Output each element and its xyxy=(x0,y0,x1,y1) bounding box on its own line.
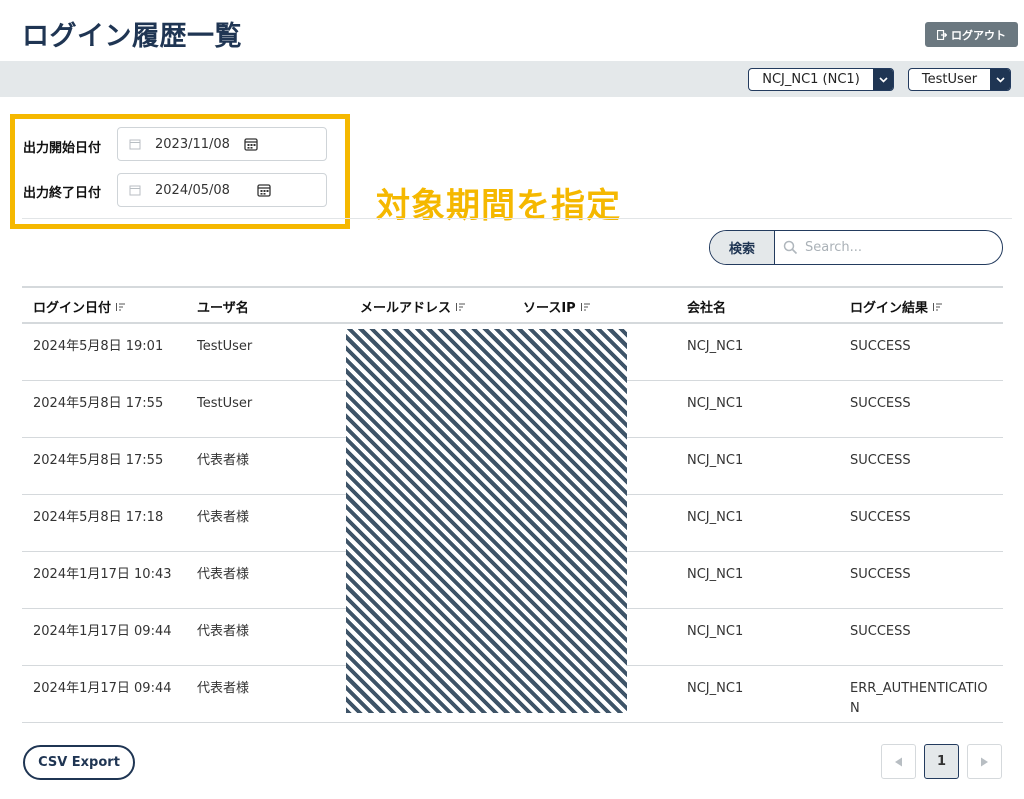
section-divider xyxy=(22,218,1012,219)
logout-icon xyxy=(937,29,947,40)
annotation-text: 対象期間を指定 xyxy=(376,186,621,226)
chevron-down-icon xyxy=(990,69,1010,90)
column-header-user: ユーザ名 xyxy=(197,297,249,316)
calendar-icon xyxy=(129,139,141,150)
cell-user: 代表者様 xyxy=(197,681,250,696)
column-header-company: 会社名 xyxy=(687,297,726,316)
cell-user: 代表者様 xyxy=(197,510,250,525)
search-icon xyxy=(775,231,805,264)
chevron-right-icon xyxy=(981,757,988,766)
user-select-value: TestUser xyxy=(921,72,978,87)
cell-company: NCJ_NC1 xyxy=(687,339,744,354)
calendar-icon[interactable] xyxy=(244,137,258,151)
cell-company: NCJ_NC1 xyxy=(687,510,744,525)
sort-icon[interactable] xyxy=(932,302,943,312)
sort-icon[interactable] xyxy=(455,302,466,312)
column-header-label: メールアドレス xyxy=(360,301,452,316)
cell-date: 2024年5月8日 17:18 xyxy=(33,510,164,525)
table-header: ログイン日付 ユーザ名 メールアドレス ソースIP 会社名 ログイン結果 xyxy=(22,286,1003,324)
cell-user: TestUser xyxy=(197,396,253,411)
csv-export-button[interactable]: CSV Export xyxy=(23,745,135,780)
cell-date: 2024年1月17日 09:44 xyxy=(33,624,172,639)
column-header-label: ユーザ名 xyxy=(197,301,249,316)
start-date-field[interactable]: 2023/11/08 xyxy=(117,127,327,161)
cell-date: 2024年5月8日 17:55 xyxy=(33,396,164,411)
cell-result: ERR_AUTHENTICATION xyxy=(850,681,988,716)
column-header-date[interactable]: ログイン日付 xyxy=(33,297,126,316)
column-header-label: ログイン結果 xyxy=(850,301,929,316)
cell-date: 2024年5月8日 17:55 xyxy=(33,453,164,468)
company-select-value: NCJ_NC1 (NC1) xyxy=(762,72,860,87)
end-date-value: 2024/05/08 xyxy=(155,182,230,198)
calendar-icon[interactable] xyxy=(257,183,271,197)
cell-result: SUCCESS xyxy=(850,339,911,354)
chevron-left-icon xyxy=(895,757,902,766)
cell-result: SUCCESS xyxy=(850,510,911,525)
sort-icon[interactable] xyxy=(115,302,126,312)
page-title: ログイン履歴一覧 xyxy=(22,21,242,52)
calendar-icon xyxy=(129,185,141,196)
column-header-label: 会社名 xyxy=(687,301,727,316)
cell-company: NCJ_NC1 xyxy=(687,453,744,468)
redacted-area xyxy=(346,329,627,713)
sort-icon[interactable] xyxy=(580,302,591,312)
search-group: 検索 xyxy=(709,230,1003,265)
start-date-label: 出力開始日付 xyxy=(23,141,102,156)
chevron-down-icon xyxy=(873,69,893,90)
start-date-value: 2023/11/08 xyxy=(155,136,230,152)
end-date-field[interactable]: 2024/05/08 xyxy=(117,173,327,207)
search-button[interactable]: 検索 xyxy=(710,231,775,264)
logout-button[interactable]: ログアウト xyxy=(925,22,1018,47)
column-header-email[interactable]: メールアドレス xyxy=(360,297,466,316)
column-header-source-ip[interactable]: ソースIP xyxy=(523,297,591,316)
cell-result: SUCCESS xyxy=(850,453,911,468)
cell-user: 代表者様 xyxy=(197,453,250,468)
cell-result: SUCCESS xyxy=(850,396,911,411)
cell-user: 代表者様 xyxy=(197,624,250,639)
cell-result: SUCCESS xyxy=(850,624,911,639)
previous-page-button[interactable] xyxy=(881,744,916,779)
cell-user: TestUser xyxy=(197,339,253,354)
cell-user: 代表者様 xyxy=(197,567,250,582)
search-input[interactable] xyxy=(805,231,1002,264)
cell-date: 2024年1月17日 09:44 xyxy=(33,681,172,696)
cell-company: NCJ_NC1 xyxy=(687,624,744,639)
cell-date: 2024年1月17日 10:43 xyxy=(33,567,172,582)
cell-result: SUCCESS xyxy=(850,567,911,582)
cell-company: NCJ_NC1 xyxy=(687,396,744,411)
logout-label: ログアウト xyxy=(951,28,1006,42)
end-date-label: 出力終了日付 xyxy=(23,186,102,201)
cell-company: NCJ_NC1 xyxy=(687,567,744,582)
column-header-label: ソースIP xyxy=(523,301,576,316)
user-select[interactable]: TestUser xyxy=(908,68,1011,91)
page-number-button[interactable]: 1 xyxy=(924,744,959,779)
cell-company: NCJ_NC1 xyxy=(687,681,744,696)
column-header-result[interactable]: ログイン結果 xyxy=(850,297,943,316)
company-select[interactable]: NCJ_NC1 (NC1) xyxy=(748,68,894,91)
cell-date: 2024年5月8日 19:01 xyxy=(33,339,164,354)
column-header-label: ログイン日付 xyxy=(33,301,112,316)
next-page-button[interactable] xyxy=(967,744,1002,779)
